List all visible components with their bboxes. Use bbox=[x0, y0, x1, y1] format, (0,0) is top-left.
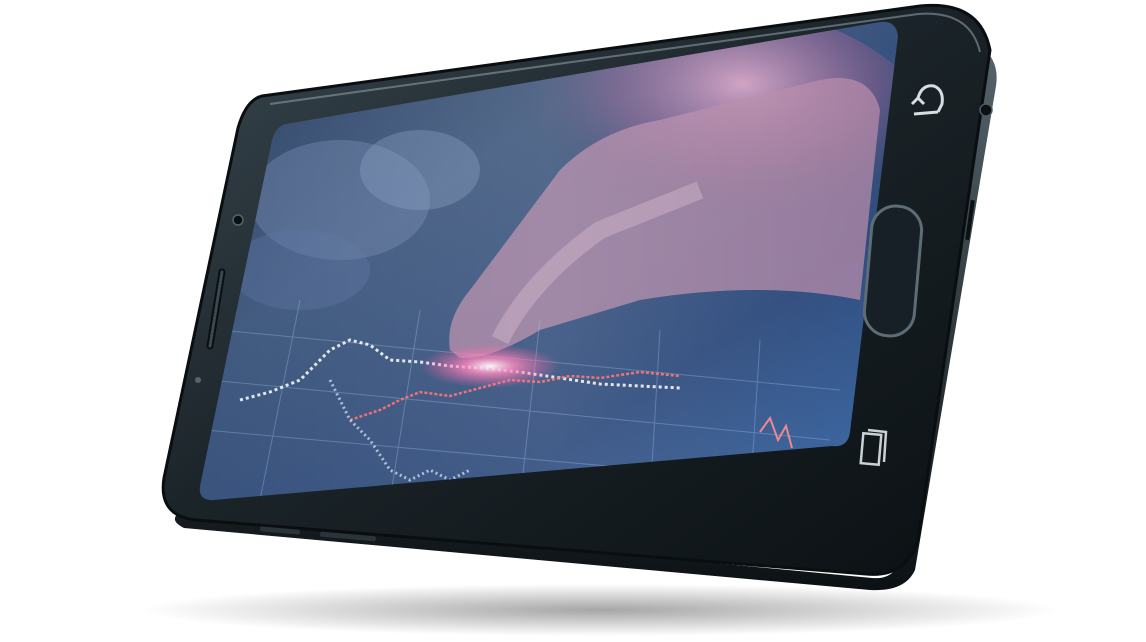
front-camera-icon bbox=[232, 214, 244, 226]
screen bbox=[199, 21, 898, 501]
product-photo bbox=[0, 0, 1146, 642]
headphone-jack bbox=[979, 103, 993, 117]
phone-illustration bbox=[140, 3, 1060, 636]
drop-shadow bbox=[140, 584, 1060, 636]
sensor-dot bbox=[195, 377, 201, 383]
home-button[interactable] bbox=[862, 204, 924, 338]
